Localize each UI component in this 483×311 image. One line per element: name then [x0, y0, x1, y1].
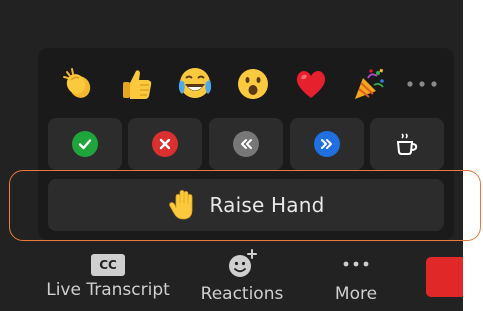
thumbs-up-icon[interactable]	[108, 60, 166, 108]
faster-icon	[314, 131, 340, 157]
reactions-label: Reactions	[200, 284, 284, 304]
live-transcript-label: Live Transcript	[46, 280, 170, 300]
clapping-hands-icon[interactable]	[50, 60, 108, 108]
open-mouth-icon[interactable]	[224, 60, 282, 108]
add-reaction-icon	[229, 249, 257, 277]
need-a-break-button[interactable]	[370, 118, 444, 170]
more-dots-icon	[343, 261, 369, 267]
raised-hand-icon	[169, 190, 193, 220]
slower-icon	[233, 131, 259, 157]
x-icon	[152, 131, 178, 157]
feedback-button-row	[48, 118, 448, 170]
zoom-reactions-screen: Raise Hand CC Live Transcript Reactions …	[0, 0, 483, 311]
go-faster-button[interactable]	[290, 118, 364, 170]
party-popper-icon[interactable]	[340, 60, 398, 108]
reactions-button[interactable]: Reactions	[196, 248, 288, 308]
raise-hand-label: Raise Hand	[209, 193, 325, 217]
closed-caption-icon: CC	[91, 254, 125, 276]
no-button[interactable]	[128, 118, 202, 170]
live-transcript-button[interactable]: CC Live Transcript	[42, 248, 174, 308]
more-label: More	[334, 284, 378, 304]
coffee-cup-icon	[396, 133, 418, 155]
go-slower-button[interactable]	[209, 118, 283, 170]
more-reactions-dots-icon[interactable]	[398, 60, 446, 108]
emoji-reaction-row	[50, 60, 446, 108]
yes-button[interactable]	[48, 118, 122, 170]
more-button[interactable]: More	[326, 248, 386, 308]
check-icon	[72, 131, 98, 157]
raise-hand-button[interactable]: Raise Hand	[48, 179, 444, 231]
tears-of-joy-icon[interactable]	[166, 60, 224, 108]
end-meeting-button[interactable]	[426, 257, 463, 297]
red-heart-icon[interactable]	[282, 60, 340, 108]
